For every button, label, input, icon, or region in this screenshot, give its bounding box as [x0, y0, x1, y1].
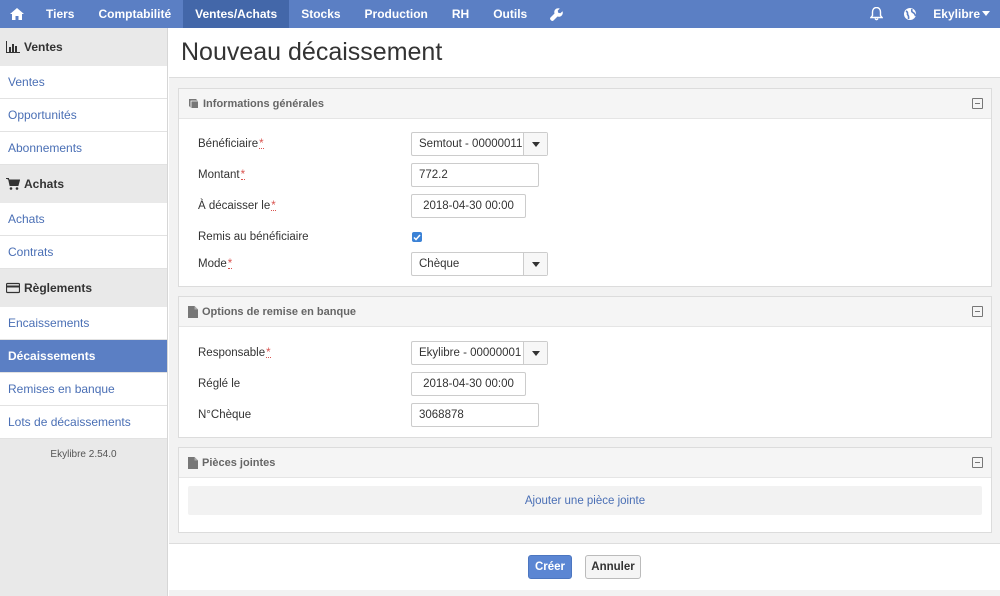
regle-le-label: Réglé le	[198, 378, 241, 390]
cheque-number-input[interactable]: 3068878	[411, 403, 539, 427]
regle-le-date-input[interactable]: 2018-04-30 00:00	[411, 372, 526, 396]
user-name: Ekylibre	[933, 7, 980, 21]
globe-icon[interactable]	[893, 0, 927, 28]
remis-au-beneficiaire-checkbox[interactable]	[412, 232, 422, 242]
form-actions: Créer Annuler	[169, 543, 1000, 590]
mode-value: Chèque	[419, 258, 460, 270]
sidebar-section-title: Ventes	[24, 40, 63, 54]
file-icon	[188, 305, 198, 318]
sidebar-section-title: Achats	[24, 177, 65, 191]
remis-au-beneficiaire-label: Remis au bénéficiaire	[198, 231, 309, 243]
create-button[interactable]: Créer	[528, 555, 572, 579]
beneficiaire-label: Bénéficiaire *	[198, 137, 264, 150]
collapse-icon[interactable]	[972, 457, 983, 468]
check-icon	[413, 234, 421, 241]
sidebar-item-achats[interactable]: Achats	[0, 203, 167, 236]
bar-chart-icon	[6, 41, 20, 53]
nav-item-production[interactable]: Production	[353, 0, 440, 28]
chevron-down-icon[interactable]	[523, 133, 547, 155]
top-navigation-bar: Tiers Comptabilité Ventes/Achats Stocks …	[0, 0, 1000, 28]
responsable-value: Ekylibre - 00000001	[419, 347, 522, 359]
montant-input[interactable]: 772.2	[411, 163, 539, 187]
sidebar-item-decaissements[interactable]: Décaissements	[0, 340, 167, 373]
add-attachment-link[interactable]: Ajouter une pièce jointe	[188, 486, 982, 515]
sidebar-item-contrats[interactable]: Contrats	[0, 236, 167, 269]
mode-select[interactable]: Chèque	[411, 252, 548, 276]
file-icon	[188, 456, 198, 469]
sidebar-item-opportunites[interactable]: Opportunités	[0, 99, 167, 132]
chevron-down-icon[interactable]	[523, 253, 547, 275]
chevron-down-icon	[982, 11, 990, 16]
chevron-down-icon[interactable]	[523, 342, 547, 364]
panel-title: Options de remise en banque	[202, 305, 357, 318]
responsable-select[interactable]: Ekylibre - 00000001	[411, 341, 548, 365]
decaisser-le-date-input[interactable]: 2018-04-30 00:00	[411, 194, 526, 218]
nav-item-ventes-achats[interactable]: Ventes/Achats	[183, 0, 290, 28]
mode-label: Mode *	[198, 257, 233, 270]
sidebar-section-ventes: Ventes	[0, 28, 167, 66]
collapse-icon[interactable]	[972, 98, 983, 109]
nav-item-comptabilite[interactable]: Comptabilité	[86, 0, 183, 28]
collapse-icon[interactable]	[972, 306, 983, 317]
credit-card-icon	[6, 282, 20, 294]
nav-item-outils[interactable]: Outils	[481, 0, 539, 28]
sidebar-item-remises-en-banque[interactable]: Remises en banque	[0, 373, 167, 406]
beneficiaire-value: Semtout - 00000011	[419, 138, 523, 150]
panel-title: Pièces jointes	[202, 456, 276, 469]
wrench-icon[interactable]	[539, 0, 573, 28]
nav-item-tiers[interactable]: Tiers	[34, 0, 86, 28]
sidebar-section-achats: Achats	[0, 165, 167, 203]
panel-header: Options de remise en banque	[179, 297, 991, 327]
page-title: Nouveau décaissement	[169, 28, 1000, 78]
cheque-number-label: N°Chèque	[198, 409, 252, 421]
sidebar-section-title: Règlements	[24, 281, 93, 295]
bell-icon[interactable]	[859, 0, 893, 28]
sidebar-item-ventes[interactable]: Ventes	[0, 66, 167, 99]
panel-header: Informations générales	[179, 89, 991, 119]
main-content: Nouveau décaissement Informations généra…	[169, 28, 1000, 596]
beneficiaire-select[interactable]: Semtout - 00000011	[411, 132, 548, 156]
sidebar-item-abonnements[interactable]: Abonnements	[0, 132, 167, 165]
app-version: Ekylibre 2.54.0	[50, 449, 117, 460]
decaisser-le-label: À décaisser le *	[198, 199, 276, 212]
montant-label: Montant *	[198, 168, 246, 181]
home-icon[interactable]	[0, 0, 34, 28]
nav-item-rh[interactable]: RH	[440, 0, 481, 28]
sidebar-section-reglements: Règlements	[0, 269, 167, 307]
bank-options-panel: Options de remise en banque Responsable *…	[178, 296, 992, 438]
general-info-panel: Informations générales Bénéficiaire * Sem…	[178, 88, 992, 287]
nav-item-stocks[interactable]: Stocks	[289, 0, 352, 28]
sidebar: Ventes Ventes Opportunités Abonnements A…	[0, 28, 168, 596]
book-icon	[189, 99, 198, 108]
responsable-label: Responsable *	[198, 346, 271, 359]
sidebar-item-lots-de-decaissements[interactable]: Lots de décaissements	[0, 406, 167, 439]
panel-header: Pièces jointes	[179, 448, 991, 478]
sidebar-item-encaissements[interactable]: Encaissements	[0, 307, 167, 340]
cart-icon	[6, 178, 20, 190]
user-menu[interactable]: Ekylibre	[927, 0, 1000, 28]
cancel-button[interactable]: Annuler	[585, 555, 641, 579]
panel-title: Informations générales	[203, 97, 325, 110]
attachments-panel: Pièces jointes Ajouter une pièce jointe	[178, 447, 992, 533]
